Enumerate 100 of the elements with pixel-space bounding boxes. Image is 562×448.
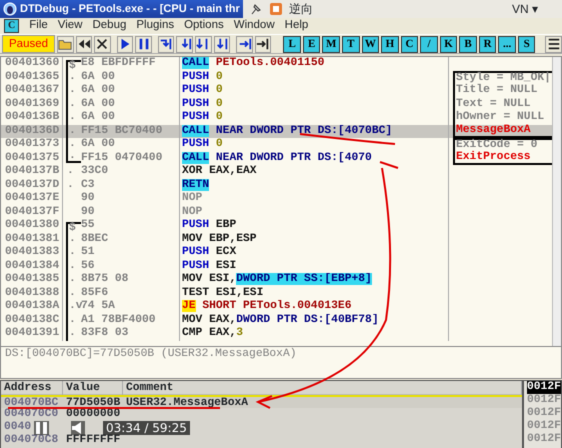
instruction: CALL NEAR DWORD PTR DS:[4070BC]	[179, 124, 449, 138]
disassembly-row[interactable]: 00401385 . 8B75 08 MOV ESI,DWORD PTR SS:[EBP+8]	[1, 273, 552, 286]
address-cell: 004070C8	[4, 434, 58, 446]
hex-bytes: 51	[81, 246, 96, 260]
disassembly-row[interactable]: 0040137F 90 NOP	[1, 206, 552, 219]
app-logo: C	[4, 19, 20, 33]
hex-bytes: 90	[81, 206, 96, 219]
hex-bytes: FF15 BC70400	[81, 124, 164, 138]
disassembly-row[interactable]: 00401381 . 8BEC MOV EBP,ESP	[1, 232, 552, 246]
instruction: MOV EAX,DWORD PTR DS:[40BF78]	[179, 314, 449, 327]
address-cell: 00401385	[1, 273, 63, 286]
stack-address: 0012F	[527, 420, 561, 433]
menu-item[interactable]: Options	[184, 17, 224, 35]
address-cell: 00401375	[1, 152, 63, 166]
pin-icon	[248, 2, 263, 16]
pause-icon[interactable]	[34, 421, 49, 435]
disassembly-row[interactable]: 00401383 . 51 PUSH ECX	[1, 246, 552, 260]
tab-title[interactable]: 逆向	[288, 0, 313, 18]
jump-marker: .	[66, 165, 75, 178]
goto-icon[interactable]	[254, 36, 272, 52]
menu-item[interactable]: Plugins	[136, 17, 174, 35]
hex-bytes: C3	[81, 178, 96, 192]
address-cell: 00401383	[1, 246, 63, 260]
hex-bytes: 6A 00	[81, 138, 116, 152]
address-cell: 0040137E	[1, 192, 63, 206]
toolbar-letter-button[interactable]: /	[420, 36, 438, 52]
volume-icon[interactable]	[71, 421, 85, 435]
disassembly-row[interactable]: 0040137D . C3 RETN	[1, 178, 552, 192]
instruction: CMP EAX,3	[179, 327, 449, 340]
toolbar-letter-button[interactable]: S	[518, 36, 536, 52]
toolbar-letter-button[interactable]: L	[283, 36, 301, 52]
toolbar-letter-button[interactable]: B	[459, 36, 477, 52]
step-over-icon[interactable]	[176, 36, 194, 52]
disassembly-row[interactable]: 00401391 . 83F8 03 CMP EAX,3	[1, 327, 552, 340]
disassembly-row[interactable]: 0040138A .v74 5A JE SHORT PETools.004013E6	[1, 300, 552, 314]
value-cell: FFFFFFFF	[66, 434, 120, 446]
address-cell: 00401369	[1, 98, 63, 111]
disassembly-row[interactable]: 0040136D . FF15 BC70400 CALL NEAR DWORD PTR DS:[4070BC] MessageBoxA	[1, 124, 552, 138]
playback-time: 03:34 / 59:25	[103, 421, 190, 435]
hex-bytes: 6A 00	[81, 98, 116, 111]
toolbar-letter-button[interactable]: H	[381, 36, 399, 52]
toolbar-letter-button[interactable]: C	[400, 36, 418, 52]
hex-bytes: 90	[81, 192, 96, 206]
hex-bytes: A1 78BF4000	[81, 314, 157, 327]
instruction: NOP	[179, 192, 449, 206]
address-cell: 0040138C	[1, 314, 63, 327]
toolbar-letter-button[interactable]: R	[478, 36, 496, 52]
toolbar-letter-button[interactable]: W	[362, 36, 380, 52]
disassembly-row[interactable]: 00401380 $ 55 PUSH EBP	[1, 219, 552, 232]
comment-cell: USER32.MessageBoxA	[126, 397, 248, 409]
instruction: MOV ESI,DWORD PTR SS:[EBP+8]	[179, 273, 449, 286]
address-cell: 0040138A	[1, 300, 63, 314]
play-icon[interactable]	[116, 36, 134, 52]
hex-bytes: 55	[81, 219, 96, 233]
address-cell: 0040137F	[1, 206, 63, 219]
instruction: PUSH EBP	[179, 219, 449, 233]
scrollbar[interactable]	[552, 57, 561, 346]
address-cell: 00401360	[1, 57, 63, 71]
instruction: PUSH 0	[179, 84, 449, 98]
address-cell: 00401365	[1, 70, 63, 84]
stack-address: 0012F	[527, 407, 561, 420]
execute-till-return-icon[interactable]	[236, 36, 253, 52]
address-cell: 00401381	[1, 232, 63, 246]
window-title: DTDebug - PETools.exe - - [CPU - main thr	[20, 2, 240, 17]
hex-bytes: 6A 00	[81, 111, 116, 124]
step-into-icon[interactable]	[158, 36, 174, 52]
open-folder-icon[interactable]	[57, 36, 74, 52]
instruction: MOV EBP,ESP	[179, 232, 449, 246]
menu-item[interactable]: Help	[284, 17, 308, 35]
close-icon[interactable]	[94, 36, 111, 52]
toolbar-letter-button[interactable]: T	[342, 36, 360, 52]
rewind-icon[interactable]	[76, 36, 92, 52]
menu-item[interactable]: Debug	[92, 17, 126, 35]
tick-stroke	[380, 161, 398, 169]
address-cell: 0040137D	[1, 178, 63, 192]
hex-bytes: FF15 0470400	[81, 152, 164, 166]
jump-marker: .	[66, 178, 75, 192]
instruction: JE SHORT PETools.004013E6	[179, 300, 449, 314]
address-cell: 00401384	[1, 260, 63, 273]
menu-item[interactable]: View	[58, 17, 82, 35]
status-label: Paused	[2, 35, 56, 53]
disassembly-row[interactable]: 00401360 $ E8 EBFDFFFF CALL PETools.00401150	[1, 57, 552, 70]
toolbar-letter-button[interactable]: M	[322, 36, 340, 52]
address-cell: 00401391	[1, 327, 63, 340]
toolbar-letter-button[interactable]: E	[302, 36, 320, 52]
trace-over-icon[interactable]	[214, 36, 230, 52]
trace-into-icon[interactable]	[195, 36, 212, 52]
menu-item[interactable]: Window	[234, 17, 275, 35]
menu-item[interactable]: File	[29, 17, 48, 35]
toolbar-letter-button[interactable]: K	[440, 36, 458, 52]
pause-icon[interactable]	[135, 36, 152, 52]
hex-bytes: 83F8 03	[81, 327, 130, 340]
instruction: CALL PETools.00401150	[179, 57, 449, 71]
disassembly-row[interactable]: 00401375 . FF15 0470400 CALL NEAR DWORD PTR DS:[4070 ExitProcess	[1, 152, 552, 165]
user-menu[interactable]: VN ▾	[512, 0, 538, 18]
toolbar-letter-button[interactable]: ...	[498, 36, 516, 52]
list-icon[interactable]	[545, 36, 562, 52]
disassembly-row[interactable]: 0040137E 90 NOP	[1, 192, 552, 206]
disassembly-row[interactable]: 0040138C . A1 78BF4000 MOV EAX,DWORD PTR DS:[40BF78]	[1, 314, 552, 327]
address-cell: 0040136D	[1, 124, 63, 138]
